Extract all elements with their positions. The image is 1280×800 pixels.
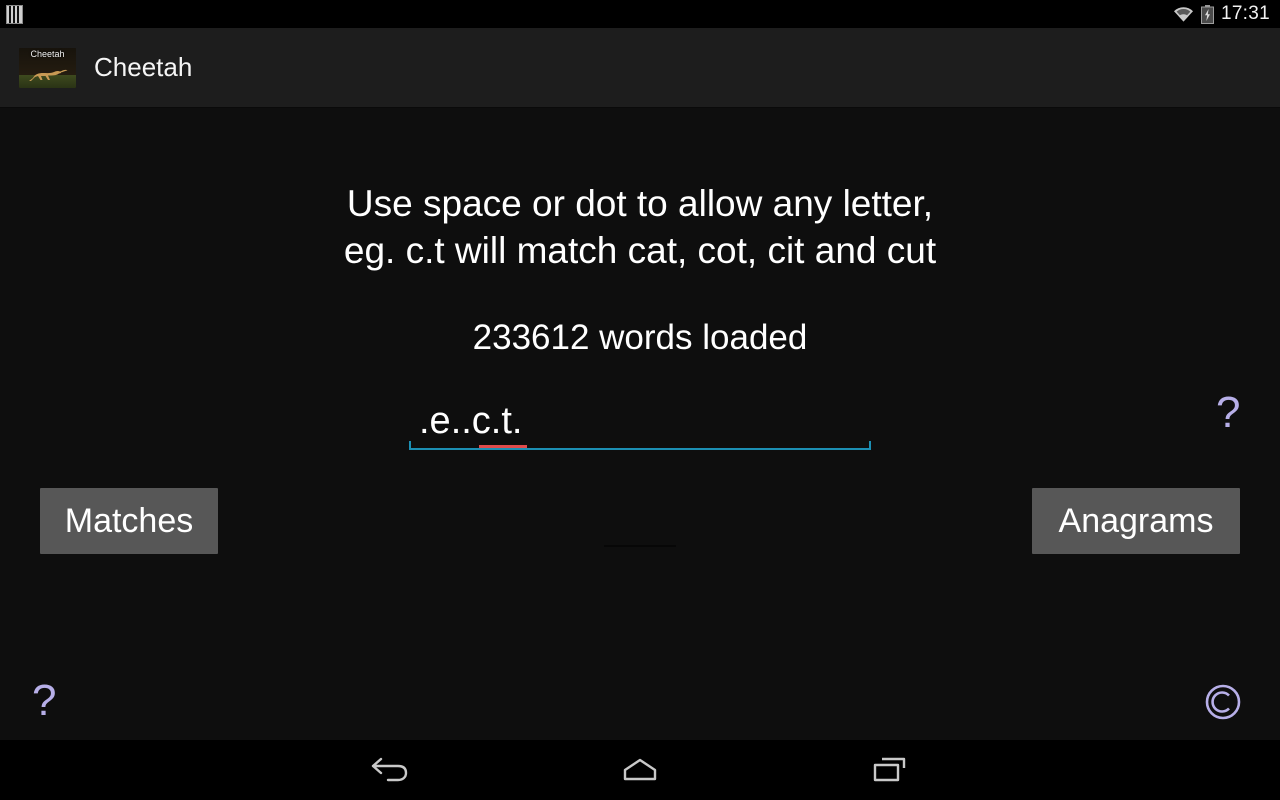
words-loaded-status: 233612 words loaded — [472, 318, 808, 357]
center-divider — [604, 545, 676, 547]
cheetah-app-icon: Cheetah — [19, 47, 76, 88]
status-bar-system: 17:31 — [1173, 3, 1270, 25]
input-underline — [409, 441, 871, 450]
hint-text-line-2: eg. c.t will match cat, cot, cit and cut — [343, 230, 937, 271]
hint-text-line-1: Use space or dot to allow any letter, — [346, 183, 934, 224]
android-screen: 17:31 Cheetah Cheetah Use space or dot t… — [0, 0, 1280, 800]
battery-charging-icon — [1200, 4, 1214, 24]
cheetah-silhouette-icon — [29, 69, 68, 81]
help-icon-top-right[interactable]: ? — [1216, 391, 1240, 435]
action-bar: Cheetah Cheetah — [0, 28, 1280, 108]
status-bar: 17:31 — [0, 0, 1280, 28]
wifi-icon — [1173, 6, 1194, 22]
notification-bars-icon — [6, 4, 23, 24]
pattern-input[interactable]: .e..c.t. — [409, 392, 871, 450]
back-arrow-icon[interactable] — [355, 747, 425, 793]
app-icon-label: Cheetah — [30, 48, 65, 59]
main-content: Use space or dot to allow any letter, eg… — [0, 109, 1280, 740]
navigation-bar — [0, 740, 1280, 800]
pattern-input-value: .e..c.t. — [419, 400, 523, 442]
page-title: Cheetah — [94, 52, 193, 82]
help-icon-bottom-left[interactable]: ? — [32, 679, 56, 723]
status-bar-clock: 17:31 — [1220, 3, 1270, 24]
matches-button[interactable]: Matches — [40, 488, 218, 554]
status-bar-notifications — [6, 4, 23, 24]
home-icon[interactable] — [605, 747, 675, 793]
copyright-icon[interactable] — [1202, 681, 1244, 723]
anagrams-button[interactable]: Anagrams — [1032, 488, 1240, 554]
recent-apps-icon[interactable] — [855, 747, 925, 793]
